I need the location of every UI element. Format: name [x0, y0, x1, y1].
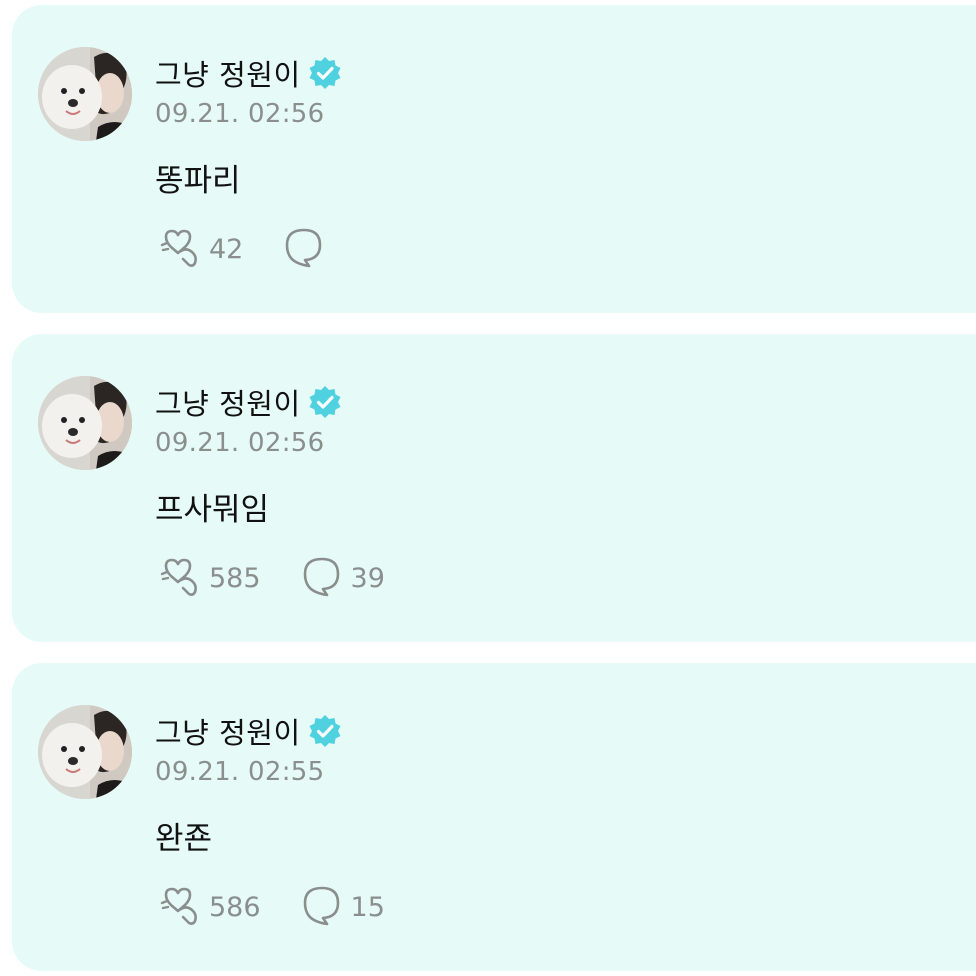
comment-button[interactable]: 15: [301, 884, 385, 930]
avatar[interactable]: [38, 705, 132, 799]
speech-bubble-icon: [283, 226, 325, 272]
author-name[interactable]: 그냥 정원이: [155, 381, 301, 423]
author-row: 그냥 정원이: [155, 711, 343, 751]
verified-badge-icon: [307, 713, 343, 749]
post-actions: 42: [157, 227, 373, 271]
avatar[interactable]: [38, 376, 132, 470]
post-text: 똥파리: [155, 163, 241, 199]
author-row: 그냥 정원이: [155, 382, 343, 422]
like-button[interactable]: 586: [157, 883, 261, 931]
heart-hand-icon: [157, 883, 201, 931]
comment-count: 15: [350, 891, 385, 923]
like-count: 42: [209, 233, 244, 265]
verified-badge-icon: [307, 384, 343, 420]
comment-button[interactable]: [283, 226, 333, 272]
post-actions: 585 39: [157, 556, 425, 600]
author-row: 그냥 정원이: [155, 53, 343, 93]
like-button[interactable]: 42: [157, 225, 243, 273]
author-name[interactable]: 그냥 정원이: [155, 52, 301, 94]
avatar[interactable]: [38, 47, 132, 141]
author-name[interactable]: 그냥 정원이: [155, 710, 301, 752]
speech-bubble-icon: [301, 884, 343, 930]
post-card[interactable]: 그냥 정원이 09.21. 02:55 완죤 586 15: [12, 663, 976, 971]
post-text: 프사뭐임: [155, 492, 270, 528]
like-count: 586: [209, 891, 261, 923]
post-actions: 586 15: [157, 885, 425, 929]
like-count: 585: [209, 562, 261, 594]
post-timestamp: 09.21. 02:55: [155, 757, 325, 787]
speech-bubble-icon: [301, 555, 343, 601]
post-timestamp: 09.21. 02:56: [155, 99, 325, 129]
post-card[interactable]: 그냥 정원이 09.21. 02:56 똥파리 42: [12, 5, 976, 313]
post-text: 완죤: [155, 821, 213, 857]
heart-hand-icon: [157, 225, 201, 273]
comment-count: 39: [350, 562, 385, 594]
heart-hand-icon: [157, 554, 201, 602]
comment-button[interactable]: 39: [301, 555, 385, 601]
like-button[interactable]: 585: [157, 554, 261, 602]
verified-badge-icon: [307, 55, 343, 91]
post-timestamp: 09.21. 02:56: [155, 428, 325, 458]
post-card[interactable]: 그냥 정원이 09.21. 02:56 프사뭐임 585 39: [12, 334, 976, 642]
